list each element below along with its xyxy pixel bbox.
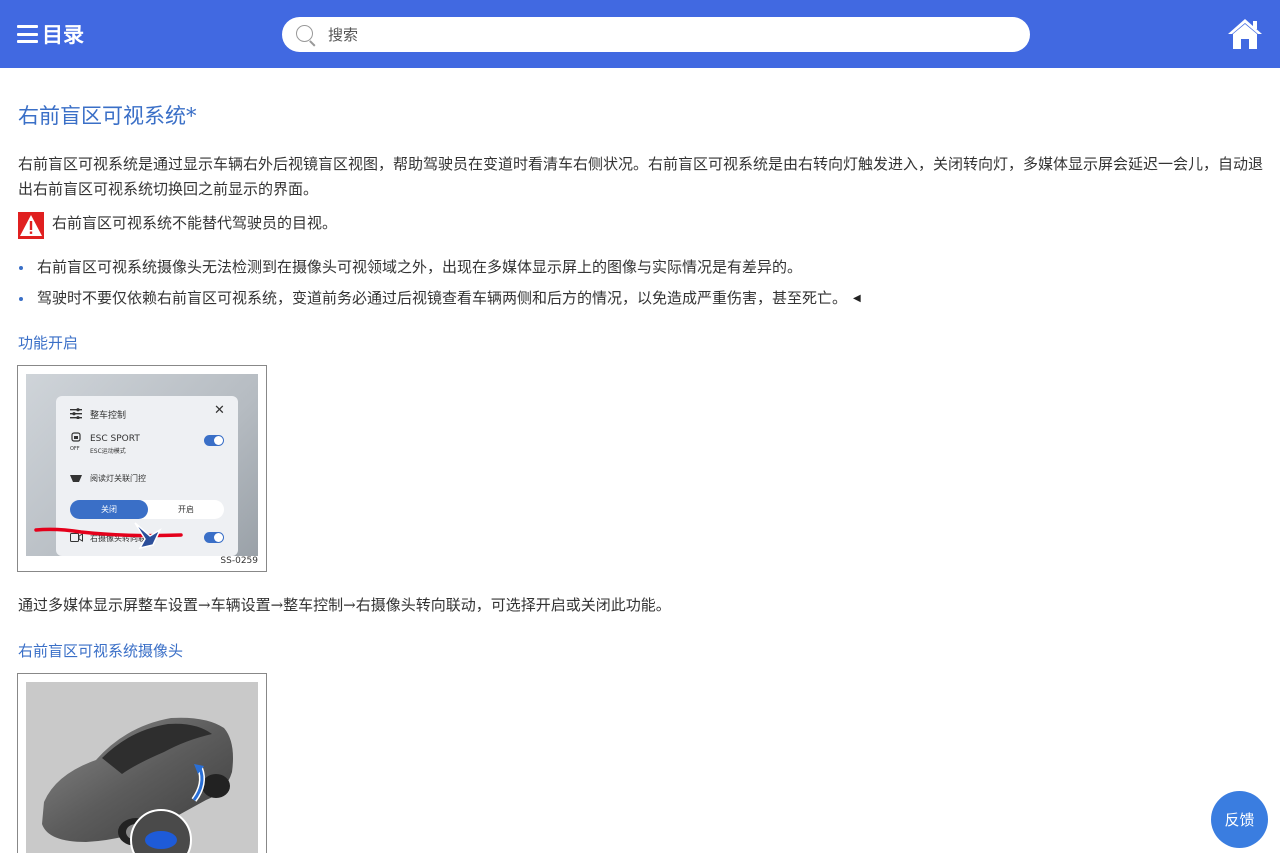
figure-code: SS-0259 (220, 556, 258, 566)
list-item: 驾驶时不要仅依赖右前盲区可视系统，变道前务必通过后视镜查看车辆两侧和后方的情况，… (18, 283, 861, 314)
annotation-overlay (34, 522, 183, 550)
search-box[interactable] (282, 17, 1030, 52)
hamburger-icon (17, 25, 38, 43)
top-bar: 目录 (0, 0, 1280, 68)
warning-bullets: 右前盲区可视系统摄像头无法检测到在摄像头可视领域之外，出现在多媒体显示屏上的图像… (18, 252, 861, 314)
bullet-dot (19, 296, 23, 301)
end-triangle-icon: ◀ (853, 293, 861, 304)
figure-vehicle-control: 整车控制 ✕ OFF ESC SPORT ESC运动模式 阅读灯关联门控 关闭 … (17, 365, 267, 572)
figure-camera-location (17, 673, 267, 853)
menu-label: 目录 (42, 23, 84, 47)
warning-icon (18, 212, 44, 239)
function-enable-text: 通过多媒体显示屏整车设置→车辆设置→整车控制→右摄像头转向联动，可选择开启或关闭… (18, 596, 671, 614)
section-heading-camera[interactable]: 右前盲区可视系统摄像头 (18, 640, 183, 661)
screen-photo: 整车控制 ✕ OFF ESC SPORT ESC运动模式 阅读灯关联门控 关闭 … (26, 374, 258, 556)
bullet-dot (19, 265, 23, 270)
page-title: 右前盲区可视系统* (18, 104, 197, 128)
search-input[interactable] (328, 25, 1008, 44)
car-illustration (26, 682, 258, 853)
bullet-text: 驾驶时不要仅依赖右前盲区可视系统，变道前务必通过后视镜查看车辆两侧和后方的情况，… (37, 289, 848, 307)
search-icon (295, 24, 317, 46)
warning-note: 右前盲区可视系统不能替代驾驶员的目视。 (18, 212, 337, 239)
bullet-text: 右前盲区可视系统摄像头无法检测到在摄像头可视领域之外，出现在多媒体显示屏上的图像… (37, 258, 803, 276)
feedback-button[interactable]: 反馈 (1211, 791, 1268, 848)
list-item: 右前盲区可视系统摄像头无法检测到在摄像头可视领域之外，出现在多媒体显示屏上的图像… (18, 252, 861, 283)
home-icon[interactable] (1226, 17, 1264, 51)
warning-text: 右前盲区可视系统不能替代驾驶员的目视。 (52, 214, 338, 232)
section-heading-function-enable[interactable]: 功能开启 (18, 332, 78, 353)
car-image (42, 717, 233, 853)
menu-button[interactable]: 目录 (17, 18, 84, 50)
intro-paragraph: 右前盲区可视系统是通过显示车辆右外后视镜盲区视图，帮助驾驶员在变道时看清车右侧状… (18, 155, 1264, 198)
